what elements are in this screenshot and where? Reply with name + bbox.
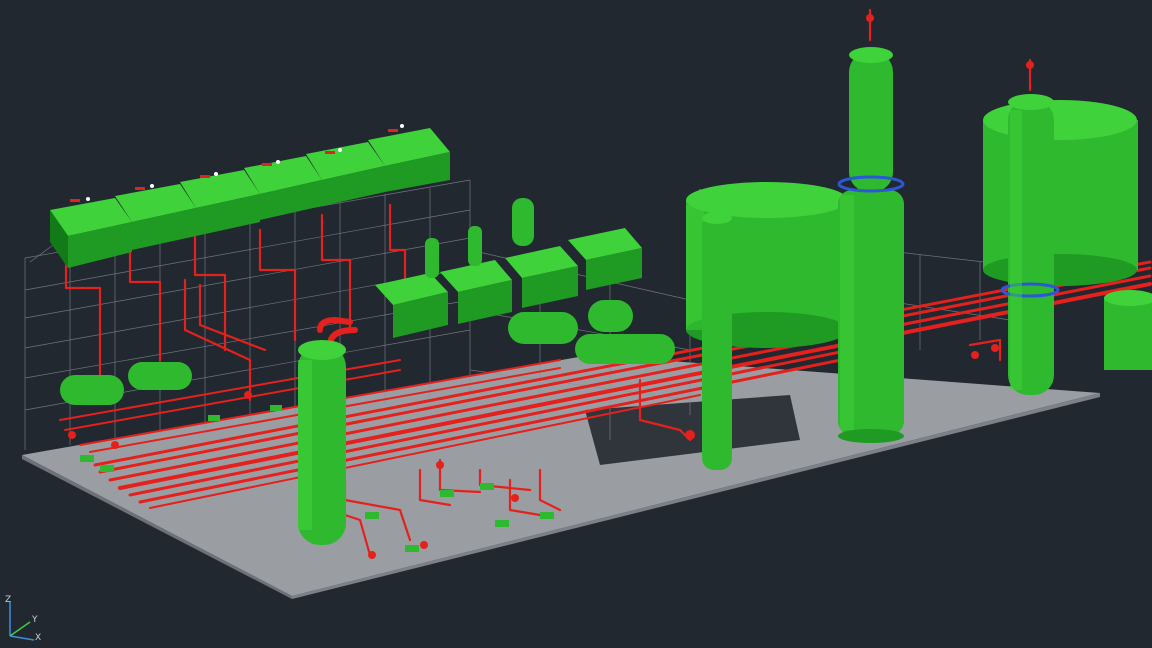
right-column bbox=[1000, 94, 1060, 395]
ucs-x-label: X bbox=[35, 633, 41, 642]
small-tank-far-right bbox=[1104, 290, 1152, 370]
storage-tank-right bbox=[983, 100, 1138, 286]
plant-3d-model[interactable] bbox=[0, 0, 1152, 648]
ucs-z-label: Z bbox=[5, 595, 11, 605]
thin-column bbox=[702, 212, 732, 470]
tall-column bbox=[837, 47, 905, 443]
ucs-icon: Z Y X bbox=[5, 595, 41, 642]
ucs-y-label: Y bbox=[31, 615, 38, 625]
model-viewport[interactable]: Z Y X bbox=[0, 0, 1152, 648]
front-column bbox=[298, 340, 346, 545]
